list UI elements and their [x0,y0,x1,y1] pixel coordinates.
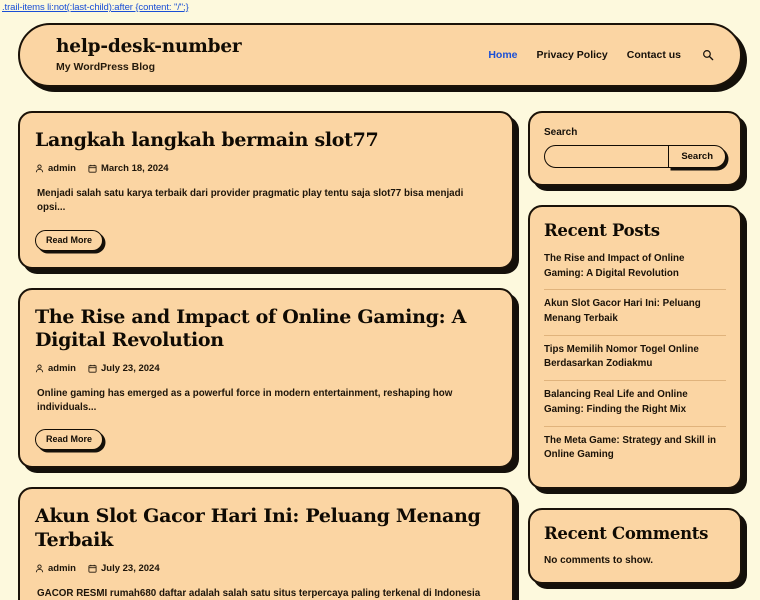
site-header: help-desk-number My WordPress Blog Home … [18,23,742,87]
nav-item-home[interactable]: Home [488,49,517,61]
search-icon[interactable] [702,49,714,61]
calendar-icon [88,164,97,173]
search-form: Search [544,145,726,168]
list-item[interactable]: Tips Memilih Nomor Togel Online Berdasar… [544,334,726,380]
widget-title: Recent Posts [544,221,660,240]
widget-recent-comments: Recent Comments No comments to show. [528,507,742,584]
post-date-text: July 23, 2024 [100,562,160,574]
list-item[interactable]: Akun Slot Gacor Hari Ini: Peluang Menang… [544,289,726,334]
posts-column: Langkah langkah bermain slot77 admin Mar… [18,111,514,600]
post-meta: admin July 23, 2024 [35,363,494,374]
primary-navigation: Home Privacy Policy Contact us [488,49,714,61]
read-more-button[interactable]: Read More [35,429,104,451]
calendar-icon [88,364,97,373]
site-branding[interactable]: help-desk-number My WordPress Blog [56,36,242,73]
post-meta: admin July 23, 2024 [35,563,494,574]
post-author-name: admin [48,562,76,574]
post-author: admin [35,563,76,574]
content-layout: Langkah langkah bermain slot77 admin Mar… [18,111,742,600]
post-card: Akun Slot Gacor Hari Ini: Peluang Menang… [18,487,514,600]
post-author: admin [35,363,76,374]
search-submit-button[interactable]: Search [668,145,726,168]
post-date: July 23, 2024 [88,563,160,574]
user-icon [35,564,44,573]
site-tagline: My WordPress Blog [56,60,155,73]
nav-item-privacy-policy[interactable]: Privacy Policy [537,49,608,61]
list-item[interactable]: The Rise and Impact of Online Gaming: A … [544,252,726,289]
post-title[interactable]: The Rise and Impact of Online Gaming: A … [35,306,494,352]
site-title[interactable]: help-desk-number [56,36,242,57]
sidebar: Search Search Recent Posts The Rise and … [528,111,742,600]
post-meta: admin March 18, 2024 [35,163,494,174]
post-date-text: July 23, 2024 [100,362,160,374]
calendar-icon [88,564,97,573]
post-title[interactable]: Langkah langkah bermain slot77 [35,129,494,152]
widget-search: Search Search [528,111,742,186]
search-widget-label: Search [544,127,578,138]
nav-item-contact-us[interactable]: Contact us [627,49,681,61]
post-author-name: admin [48,362,76,374]
post-title[interactable]: Akun Slot Gacor Hari Ini: Peluang Menang… [35,505,494,551]
post-excerpt: Menjadi salah satu karya terbaik dari pr… [37,188,464,214]
user-icon [35,164,44,173]
list-item[interactable]: Balancing Real Life and Online Gaming: F… [544,380,726,425]
read-more-button[interactable]: Read More [35,229,104,251]
search-input[interactable] [544,145,670,168]
post-date-text: March 18, 2024 [100,163,169,175]
widget-title: Recent Comments [544,523,709,543]
post-excerpt: Online gaming has emerged as a powerful … [37,387,453,414]
post-author-name: admin [48,163,76,175]
post-card: The Rise and Impact of Online Gaming: A … [18,287,514,469]
post-date: March 18, 2024 [88,163,169,174]
post-date: July 23, 2024 [88,363,160,374]
no-comments-message: No comments to show. [544,554,654,566]
page-wrapper: help-desk-number My WordPress Blog Home … [0,23,760,600]
list-item[interactable]: The Meta Game: Strategy and Skill in Onl… [544,425,726,471]
post-author: admin [35,163,76,174]
user-icon [35,364,44,373]
post-excerpt: GACOR RESMI rumah680 daftar adalah salah… [37,587,481,599]
recent-posts-list: The Rise and Impact of Online Gaming: A … [544,252,726,471]
widget-recent-posts: Recent Posts The Rise and Impact of Onli… [528,205,742,489]
css-snippet-overlay: .trail-items li:not(:last-child):after {… [2,2,189,13]
post-card: Langkah langkah bermain slot77 admin Mar… [18,111,514,269]
